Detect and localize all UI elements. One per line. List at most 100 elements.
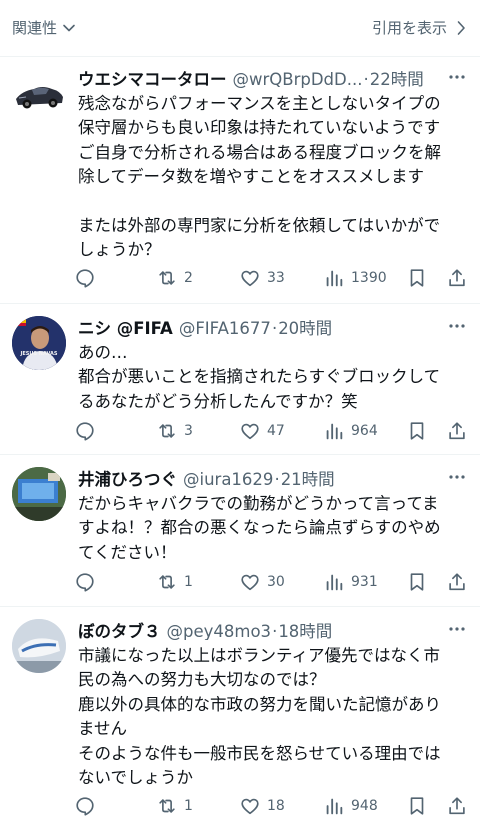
avatar[interactable] [12, 619, 66, 673]
display-name[interactable]: ニシ @FIFA [78, 315, 173, 337]
reply-icon [76, 269, 94, 288]
avatar-caption: JESUS NAVAS [20, 351, 58, 357]
bookmark-button[interactable] [406, 264, 428, 292]
avatar[interactable] [12, 67, 66, 121]
timestamp[interactable]: 21時間 [281, 466, 335, 488]
more-options-icon[interactable] [448, 317, 466, 335]
timestamp[interactable]: 18時間 [278, 618, 332, 640]
car-avatar-image [12, 67, 66, 121]
views-button[interactable]: 964 [323, 417, 378, 445]
tweet-text-line: ご自身で分析される場合はある程度ブロックを解 [78, 142, 441, 162]
reply-tweet[interactable]: ウエシマコータロー @wrQBrpDdD... · 22時間 残念ながらパフォー… [0, 57, 480, 303]
user-handle[interactable]: @iura1629 [183, 470, 273, 488]
tweet-text-line: るあなたがどう分析したんですか？笑 [78, 391, 358, 411]
bookmark-icon [410, 797, 424, 815]
view-count: 948 [351, 798, 378, 814]
share-button[interactable] [446, 417, 468, 445]
retweet-button[interactable]: 2 [156, 264, 193, 292]
tweet-text-line: だからキャバクラでの勤務がどうかって言ってま [78, 494, 439, 513]
separator-dot: · [272, 622, 278, 640]
tweet-header: ニシ @FIFA @FIFA1677 · 20時間 [78, 315, 444, 337]
like-button[interactable]: 33 [239, 264, 285, 292]
tweet-text-line [78, 190, 470, 214]
user-handle[interactable]: @pey48mo3 [167, 622, 272, 640]
share-icon [449, 797, 465, 815]
reply-button[interactable] [74, 264, 102, 292]
view-quotes-label: 引用を表示 [371, 19, 447, 37]
like-button[interactable]: 47 [239, 417, 285, 445]
share-icon [449, 422, 465, 440]
user-handle[interactable]: @wrQBrpDdD... [233, 70, 363, 88]
share-button[interactable] [446, 568, 468, 596]
separator-dot: · [274, 470, 280, 488]
more-options-icon[interactable] [448, 468, 466, 486]
share-button[interactable] [446, 264, 468, 292]
reply-icon [76, 797, 94, 816]
views-button[interactable]: 1390 [323, 264, 387, 292]
player-avatar-image [12, 316, 66, 370]
views-button[interactable]: 948 [323, 792, 378, 820]
view-quotes-button[interactable]: 引用を表示 [372, 17, 466, 38]
bookmark-button[interactable] [406, 568, 428, 596]
bookmark-button[interactable] [406, 792, 428, 820]
sort-relevance-button[interactable]: 関連性 [12, 17, 76, 38]
timestamp[interactable]: 22時間 [370, 66, 424, 88]
reply-tweet[interactable]: ぼのタブ３ @pey48mo3 · 18時間 市議になった以上はボランティア優先… [0, 607, 480, 821]
share-icon [449, 573, 465, 591]
display-name[interactable]: 井浦ひろつぐ [78, 466, 177, 488]
timestamp[interactable]: 20時間 [278, 315, 332, 337]
separator-dot: · [363, 70, 369, 88]
reply-button[interactable] [74, 417, 102, 445]
views-button[interactable]: 931 [323, 568, 378, 596]
retweet-button[interactable]: 1 [156, 792, 193, 820]
view-count: 964 [351, 423, 378, 439]
retweet-button[interactable]: 1 [156, 568, 193, 596]
photo-avatar-image [12, 619, 66, 673]
retweet-icon [159, 424, 175, 438]
like-count: 33 [267, 270, 285, 286]
share-icon [449, 269, 465, 287]
heart-icon [241, 423, 259, 440]
tweet-actions: 2 33 1390 [74, 264, 474, 292]
reply-tweet[interactable]: 井浦ひろつぐ @iura1629 · 21時間 だからキャバクラでの勤務がどうか… [0, 455, 480, 606]
like-button[interactable]: 18 [239, 792, 285, 820]
chevron-right-icon [457, 20, 465, 35]
avatar[interactable]: JESUS NAVAS [12, 316, 66, 370]
bookmark-icon [410, 422, 424, 440]
heart-icon [241, 798, 259, 815]
like-button[interactable]: 30 [239, 568, 285, 596]
display-name[interactable]: ぼのタブ３ [78, 618, 161, 640]
views-chart-icon [326, 270, 343, 287]
chevron-down-icon [63, 24, 75, 31]
separator-dot: · [271, 319, 278, 337]
tweet-actions: 1 30 931 [74, 568, 474, 596]
tweet-text: あの… 都合が悪いことを指摘されたらすぐブロックして るあなたがどう分析したんで… [78, 341, 470, 414]
tweet-text: だからキャバクラでの勤務がどうかって言ってま すよね！？都合の悪くなったら論点ず… [78, 492, 470, 565]
more-options-icon[interactable] [448, 68, 466, 86]
reply-button[interactable] [74, 568, 102, 596]
reply-tweet[interactable]: JESUS NAVAS ニシ @FIFA @FIFA1677 · 20時間 あの… [0, 304, 480, 454]
like-count: 18 [267, 798, 285, 814]
view-count: 1390 [351, 270, 387, 286]
retweet-icon [159, 799, 175, 813]
tweet-header: 井浦ひろつぐ @iura1629 · 21時間 [78, 466, 444, 488]
sort-label: 関連性 [12, 19, 58, 37]
tweet-text-line: そのような件も一般市民を怒らせている理由では [78, 743, 441, 763]
user-handle[interactable]: @FIFA1677 [179, 319, 271, 337]
tweet-text-line: 保守層からも良い印象は持たれていないようです [78, 118, 441, 138]
tweet-header: ぼのタブ３ @pey48mo3 · 18時間 [78, 618, 444, 640]
tweet-text-line: てください！ [78, 542, 177, 562]
tweet-text-line: すよね！？都合の悪くなったら論点ずらすのやめ [78, 518, 441, 538]
more-options-icon[interactable] [448, 620, 466, 638]
views-chart-icon [326, 798, 343, 815]
reply-button[interactable] [74, 792, 102, 820]
bookmark-icon [410, 573, 424, 591]
display-name[interactable]: ウエシマコータロー [78, 66, 227, 88]
avatar[interactable] [12, 467, 66, 521]
retweet-icon [159, 575, 175, 589]
retweet-button[interactable]: 3 [156, 417, 193, 445]
view-count: 931 [351, 574, 378, 590]
bookmark-button[interactable] [406, 417, 428, 445]
share-button[interactable] [446, 792, 468, 820]
heart-icon [241, 574, 259, 591]
